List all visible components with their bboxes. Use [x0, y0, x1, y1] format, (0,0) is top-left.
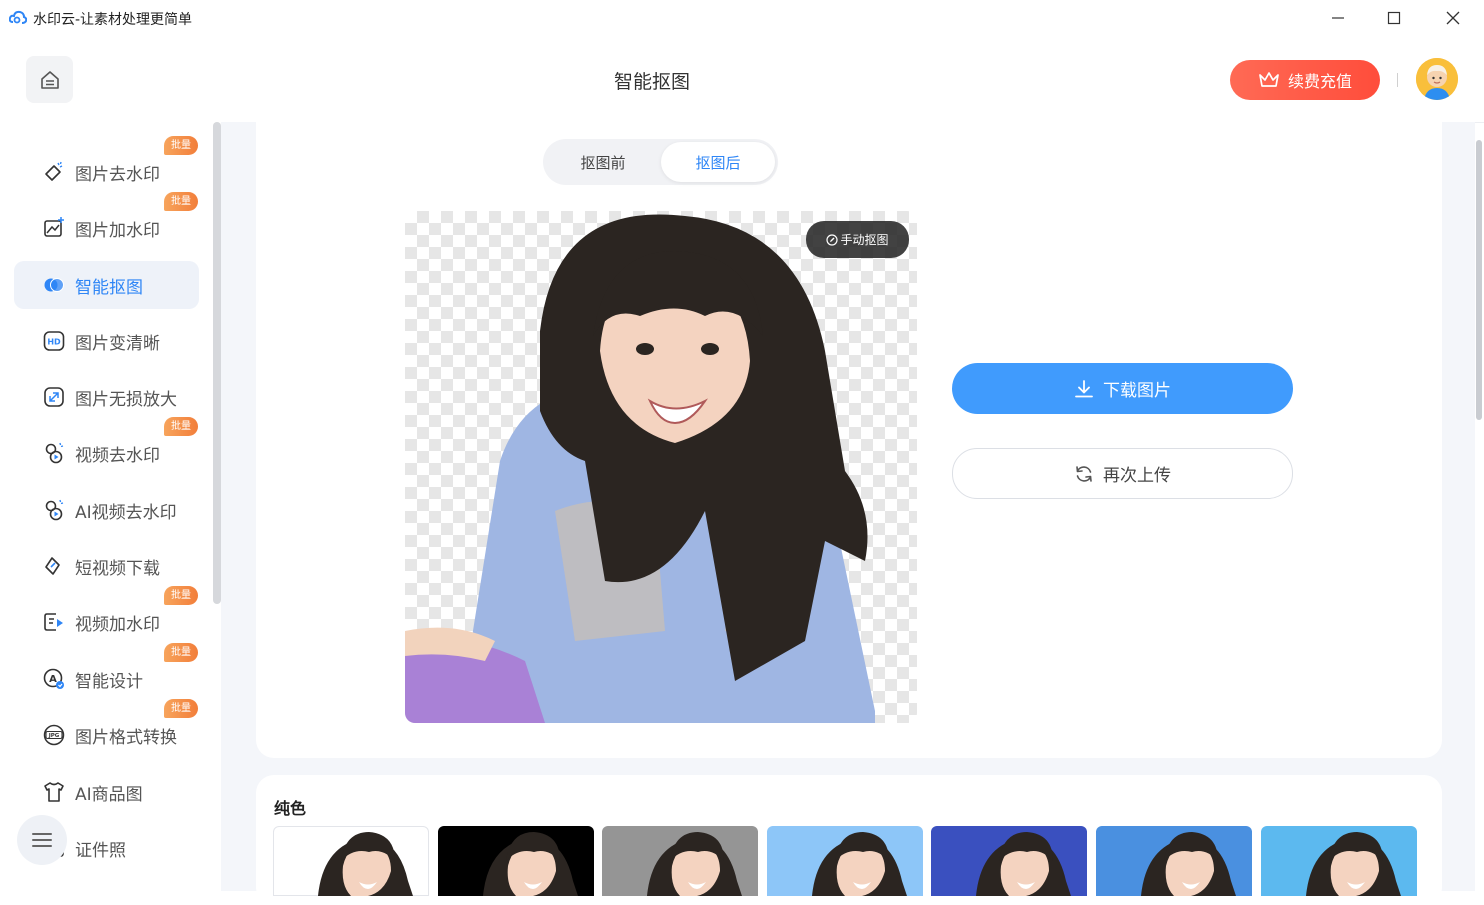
enlarge-icon [42, 385, 66, 409]
manual-cutout-button[interactable]: 手动抠图 [806, 221, 909, 258]
svg-text:HD: HD [47, 338, 61, 347]
main-scrollbar[interactable] [1476, 140, 1482, 420]
sidebar-item-label: 短视频下载 [75, 558, 160, 579]
sidebar-item-ai-video-remove-watermark[interactable]: AI视频去水印 [14, 486, 199, 534]
menu-icon [32, 833, 52, 847]
sidebar-item-label: 图片格式转换 [75, 727, 177, 748]
sidebar-item-image-clarify[interactable]: HD 图片变清晰 [14, 317, 199, 365]
renew-button[interactable]: 续费充值 [1230, 60, 1380, 100]
link-icon [42, 554, 66, 578]
app-header: 智能抠图 续费充值 [0, 36, 1484, 123]
title-bar: 水印云-让素材处理更简单 [0, 0, 1484, 36]
page-title: 智能抠图 [613, 71, 690, 93]
reupload-button[interactable]: 再次上传 [952, 448, 1293, 499]
video-eraser-icon [42, 441, 66, 465]
close-button[interactable] [1430, 4, 1476, 32]
sidebar-item-label: 证件照 [75, 840, 126, 861]
design-icon: A [42, 667, 66, 691]
download-icon [1075, 379, 1093, 397]
tab-before[interactable]: 抠图前 [546, 142, 660, 182]
app-logo-icon [9, 10, 27, 24]
batch-badge: 批量 [164, 699, 198, 718]
sidebar-item-image-format-convert[interactable]: JPG 图片格式转换 批量 [14, 699, 199, 759]
sidebar-item-label: 智能设计 [75, 671, 143, 692]
tab-after[interactable]: 抠图后 [661, 142, 775, 182]
eraser-icon [42, 160, 66, 184]
solid-color-swatch[interactable] [602, 826, 759, 896]
cutout-preview-image [405, 211, 917, 723]
swatch-subject-image [811, 832, 907, 896]
ai-video-icon [42, 498, 66, 522]
window-title: 水印云-让素材处理更简单 [33, 12, 193, 28]
cutout-subject-image [405, 214, 875, 723]
solid-color-section-title: 纯色 [274, 799, 307, 818]
svg-text:JPG: JPG [48, 733, 60, 739]
avatar-image [1416, 58, 1458, 100]
jpg-icon: JPG [42, 723, 66, 747]
download-label: 下载图片 [1103, 381, 1171, 401]
renew-label: 续费充值 [1287, 72, 1352, 91]
sidebar-item-image-remove-watermark[interactable]: 图片去水印 批量 [14, 136, 199, 196]
sidebar-scrollbar[interactable] [213, 122, 221, 604]
refresh-icon [1076, 465, 1092, 482]
sidebar-item-label: 图片变清晰 [75, 333, 160, 354]
batch-badge: 批量 [164, 417, 198, 436]
sidebar-item-label: 图片加水印 [75, 220, 160, 241]
sidebar-item-short-video-download[interactable]: 短视频下载 [14, 542, 199, 590]
swatch-subject-image [318, 832, 413, 896]
sidebar-item-label: AI视频去水印 [75, 502, 177, 523]
close-icon [1446, 11, 1460, 25]
swatch-subject-image [647, 832, 743, 896]
minimize-button[interactable] [1315, 4, 1361, 32]
sidebar-item-image-add-watermark[interactable]: 图片加水印 批量 [14, 192, 199, 252]
sidebar-item-smart-design[interactable]: A 智能设计 批量 [14, 643, 199, 703]
sidebar-item-image-enlarge[interactable]: 图片无损放大 [14, 373, 199, 421]
sidebar-item-video-remove-watermark[interactable]: 视频去水印 批量 [14, 417, 199, 477]
solid-color-swatch[interactable] [931, 826, 1088, 896]
download-button[interactable]: 下载图片 [952, 363, 1293, 414]
manual-cutout-label: 手动抠图 [840, 233, 889, 247]
solid-color-swatch[interactable] [1260, 826, 1417, 896]
image-add-icon [42, 216, 66, 240]
edit-circle-icon [826, 233, 839, 246]
sidebar-item-label: AI商品图 [75, 784, 143, 805]
header-divider [1397, 73, 1398, 87]
svg-text:A: A [49, 674, 57, 685]
before-after-toggle: 抠图前 抠图后 [543, 139, 778, 185]
minimize-icon [1332, 17, 1344, 19]
shirt-icon [42, 780, 66, 804]
sidebar-item-smart-cutout[interactable]: 智能抠图 [14, 261, 199, 309]
solid-color-swatch[interactable] [766, 826, 923, 896]
swatch-subject-image [482, 832, 578, 896]
reupload-label: 再次上传 [1103, 466, 1171, 486]
solid-color-swatch[interactable] [1096, 826, 1252, 896]
sidebar-item-label: 视频加水印 [75, 614, 160, 635]
batch-badge: 批量 [164, 192, 198, 211]
batch-badge: 批量 [164, 586, 198, 605]
sidebar-item-ai-product-image[interactable]: AI商品图 [14, 768, 199, 816]
swatch-subject-image [1141, 832, 1236, 896]
maximize-icon [1387, 11, 1401, 25]
maximize-button[interactable] [1371, 4, 1417, 32]
video-add-icon [42, 610, 66, 634]
sidebar-item-label: 视频去水印 [75, 445, 160, 466]
sidebar-item-label: 图片无损放大 [75, 389, 177, 410]
sidebar-item-video-add-watermark[interactable]: 视频加水印 批量 [14, 586, 199, 646]
solid-color-swatch[interactable] [437, 826, 594, 896]
solid-color-swatch[interactable] [273, 826, 429, 896]
sidebar-item-label: 图片去水印 [75, 164, 160, 185]
swatch-subject-image [1305, 832, 1401, 896]
sidebar-item-label: 智能抠图 [75, 277, 143, 298]
batch-badge: 批量 [164, 136, 198, 155]
avatar[interactable] [1416, 58, 1458, 100]
crown-icon [1259, 72, 1279, 87]
batch-badge: 批量 [164, 643, 198, 662]
hd-icon: HD [42, 329, 66, 353]
cutout-icon [42, 273, 66, 297]
swatch-subject-image [976, 832, 1072, 896]
sidebar-collapse-button[interactable] [17, 815, 67, 865]
